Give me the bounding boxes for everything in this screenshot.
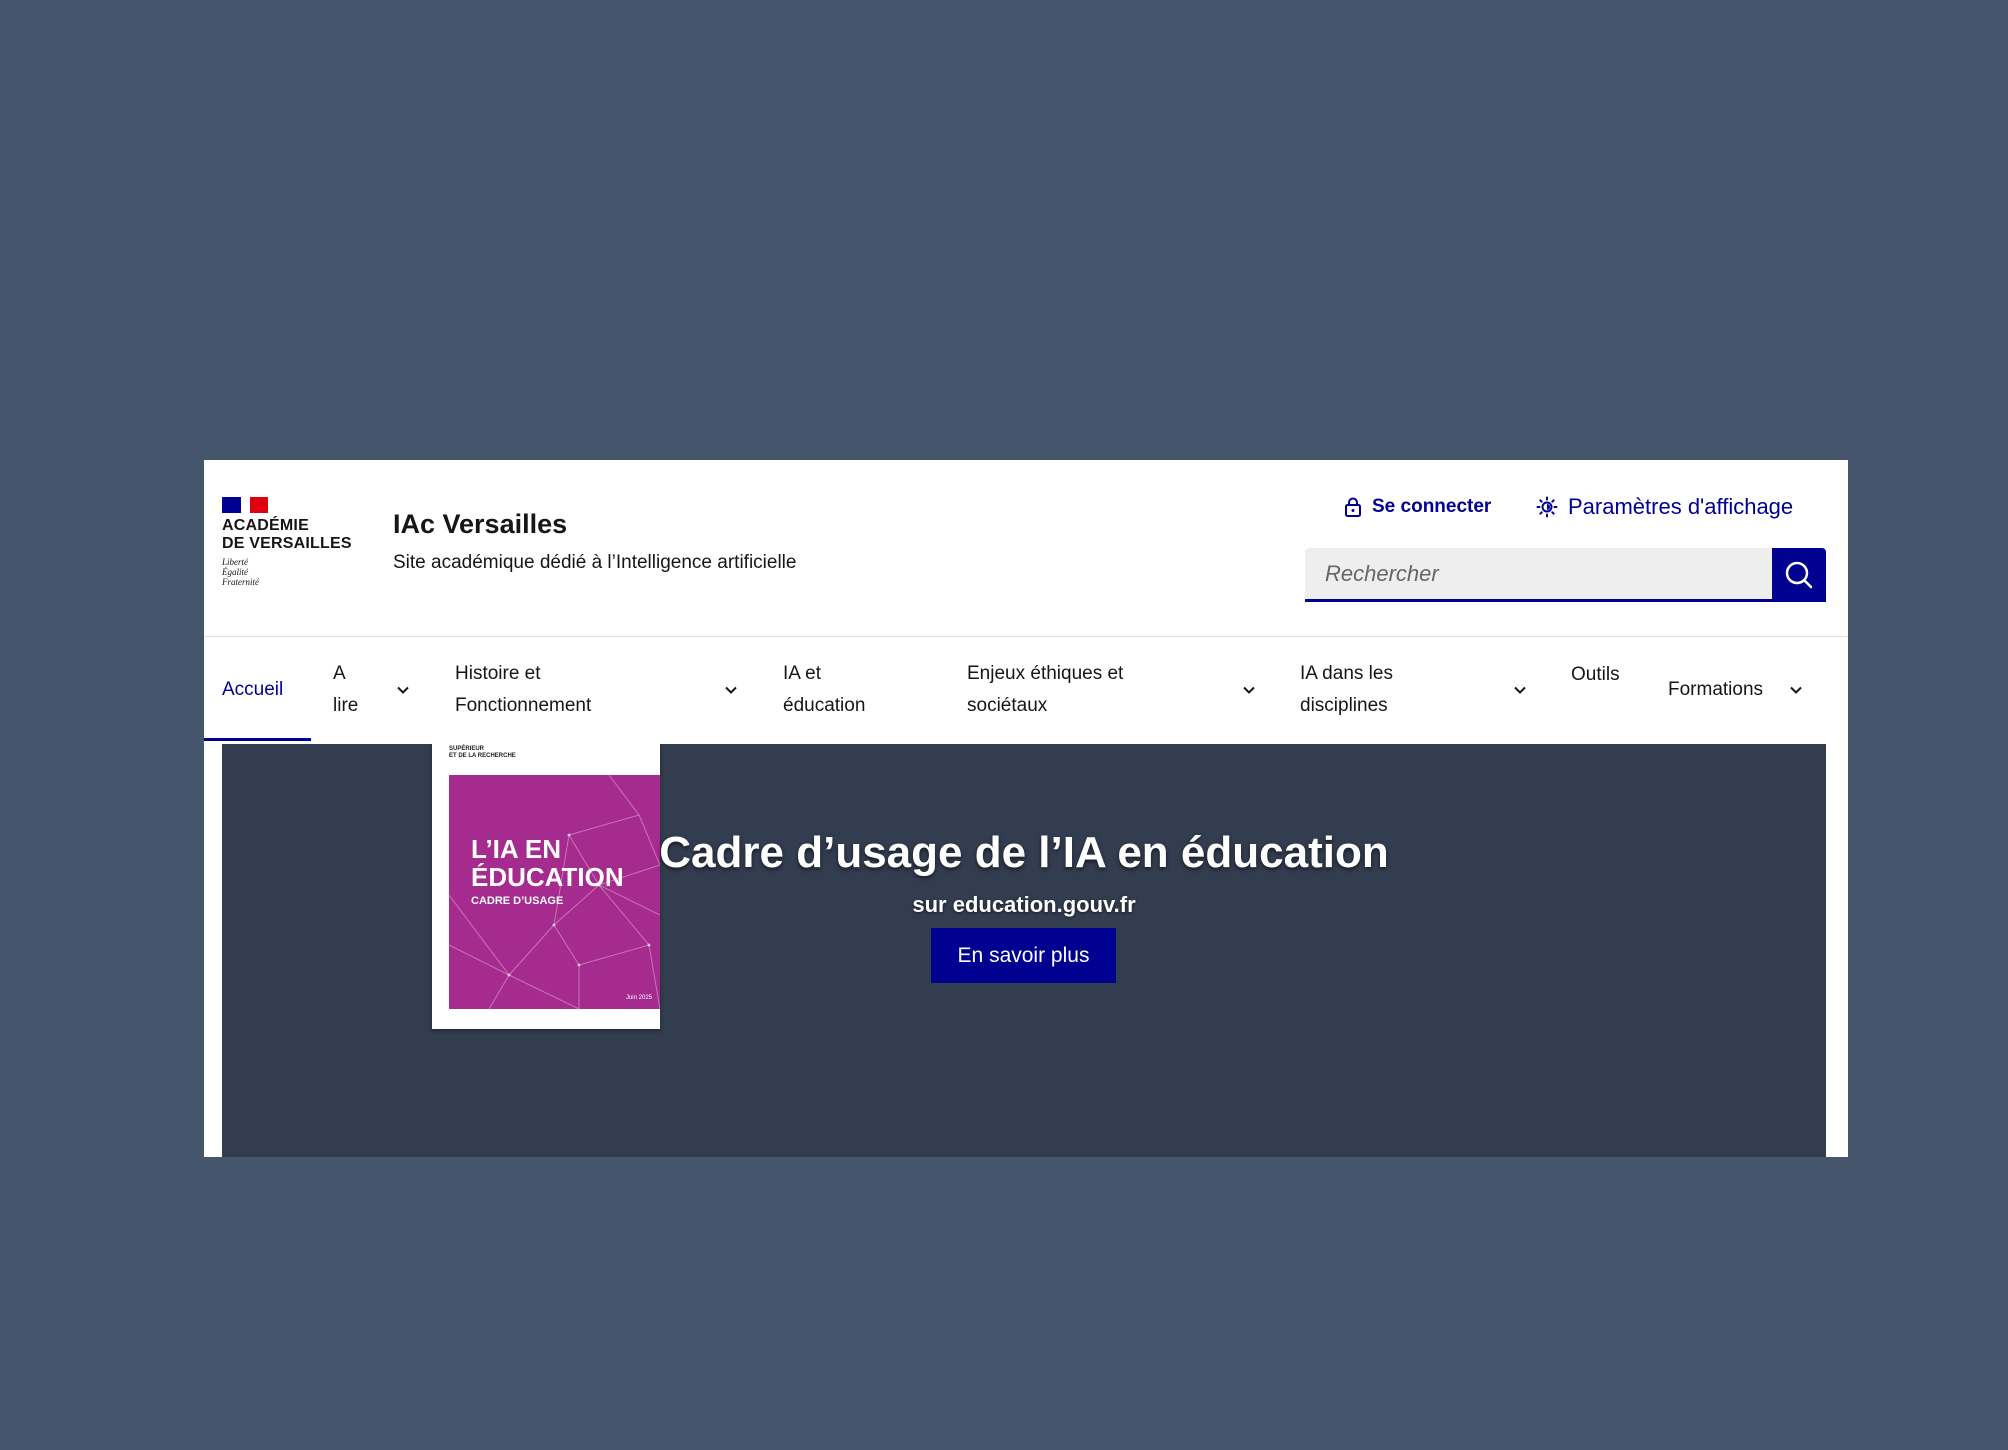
site-tagline: Site académique dédié à l’Intelligence a…: [393, 552, 797, 573]
nav-item-label: Outils: [1571, 659, 1620, 691]
browser-page: ACADÉMIE DE VERSAILLES Liberté Égalité F…: [204, 460, 1848, 1157]
nav-item-label-line1: Histoire et: [455, 663, 541, 684]
chevron-down-icon: [1243, 686, 1255, 694]
nav-item-label: IA et éducation: [783, 658, 865, 722]
nav-item-label-line2: sociétaux: [967, 695, 1048, 716]
nav-item-label: A lire: [333, 658, 358, 722]
logo-motto: Liberté Égalité Fraternité: [222, 557, 352, 587]
display-settings-link[interactable]: Paramètres d'affichage: [1536, 492, 1793, 522]
nav-item-label-line1: Formations: [1668, 679, 1764, 700]
nav-item-label: Enjeux éthiques et sociétaux: [967, 658, 1123, 722]
cover-date: Juin 2025: [625, 995, 652, 1001]
motto-line1: Liberté: [222, 557, 248, 567]
hero-banner: SUPÉRIEUR ET DE LA RECHERCHE L’IA EN ÉDU…: [222, 744, 1826, 1157]
search-button[interactable]: [1772, 548, 1826, 602]
marianne-flag-icon: [222, 497, 268, 513]
academie-logo[interactable]: ACADÉMIE DE VERSAILLES Liberté Égalité F…: [222, 497, 352, 597]
site-header: ACADÉMIE DE VERSAILLES Liberté Égalité F…: [204, 460, 1848, 636]
nav-item-label-line2: Fonctionnement: [455, 695, 592, 716]
nav-item-label-line1: IA et: [783, 663, 822, 684]
nav-item-label-line1: Outils: [1571, 664, 1620, 685]
chevron-down-icon: [725, 686, 737, 694]
search-bar: [1305, 548, 1826, 602]
nav-item-formations[interactable]: Formations: [1668, 637, 1828, 743]
nav-item-label-line2: lire: [333, 695, 359, 716]
nav-item-a-lire[interactable]: A lire: [333, 637, 413, 743]
search-icon: [1785, 561, 1813, 589]
nav-item-label-line1: Enjeux éthiques et: [967, 663, 1124, 684]
nav-active-indicator: [204, 738, 311, 741]
hero-title: Cadre d’usage de l’IA en éducation: [659, 828, 1389, 877]
cover-header-text: SUPÉRIEUR ET DE LA RECHERCHE: [449, 746, 516, 759]
nav-item-label: Formations: [1668, 674, 1763, 706]
logo-name-line2: DE VERSAILLES: [222, 535, 352, 552]
nav-item-label: IA dans les disciplines: [1300, 658, 1393, 722]
login-label: Se connecter: [1372, 496, 1492, 517]
nav-item-ia-disciplines[interactable]: IA dans les disciplines: [1300, 637, 1540, 743]
nav-item-label-line1: A: [333, 663, 346, 684]
nav-item-label: Histoire et Fonctionnement: [455, 658, 591, 722]
main-nav: Accueil A lire Histoire et Fonctionnemen…: [204, 637, 1848, 743]
chevron-down-icon: [397, 686, 409, 694]
motto-line2: Égalité: [222, 567, 248, 577]
lock-icon: [1345, 497, 1361, 517]
sun-icon: [1536, 496, 1558, 518]
nav-item-accueil[interactable]: Accueil: [222, 637, 311, 743]
logo-name: ACADÉMIE DE VERSAILLES: [222, 517, 352, 553]
report-cover-image[interactable]: SUPÉRIEUR ET DE LA RECHERCHE L’IA EN ÉDU…: [432, 744, 660, 1029]
chevron-down-icon: [1514, 686, 1526, 694]
nav-item-label-line1: Accueil: [222, 679, 284, 700]
login-link[interactable]: Se connecter: [1344, 492, 1491, 522]
learn-more-button[interactable]: En savoir plus: [931, 928, 1116, 983]
logo-name-line1: ACADÉMIE: [222, 517, 309, 534]
chevron-down-icon: [1790, 686, 1802, 694]
nav-item-label: Accueil: [222, 674, 283, 706]
nav-item-outils[interactable]: Outils: [1571, 637, 1641, 743]
nav-item-label-line2: disciplines: [1300, 695, 1388, 716]
nav-item-label-line1: IA dans les: [1300, 663, 1393, 684]
nav-item-ia-education[interactable]: IA et éducation: [783, 637, 903, 743]
hero-subtitle: sur education.gouv.fr: [912, 892, 1136, 917]
display-settings-label: Paramètres d'affichage: [1568, 494, 1794, 519]
site-title[interactable]: IAc Versailles: [393, 509, 567, 540]
nav-item-enjeux-ethiques[interactable]: Enjeux éthiques et sociétaux: [967, 637, 1267, 743]
nav-item-histoire-fonctionnement[interactable]: Histoire et Fonctionnement: [455, 637, 745, 743]
nav-item-label-line2: éducation: [783, 695, 866, 716]
motto-line3: Fraternité: [222, 577, 259, 587]
search-input[interactable]: [1305, 548, 1772, 602]
